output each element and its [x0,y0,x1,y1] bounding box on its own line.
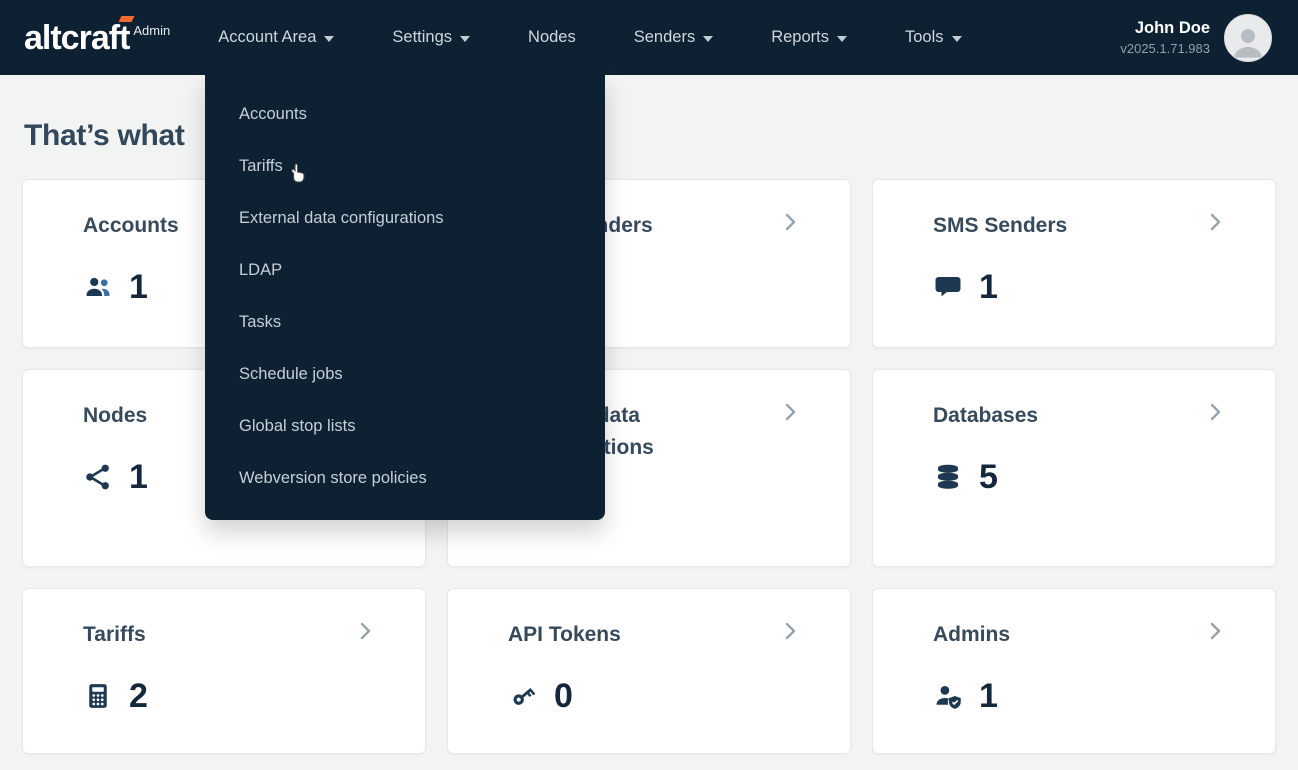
chevron-right-icon[interactable] [778,400,802,424]
card-title: Databases [933,400,1165,432]
chevron-right-icon[interactable] [1203,210,1227,234]
user-area: John Doe v2025.1.71.983 [1120,14,1272,62]
chevron-right-icon[interactable] [353,619,377,643]
card-count-value: 1 [129,458,148,497]
calculator-icon [83,681,113,711]
dropdown-item-accounts[interactable]: Accounts [205,88,605,140]
chevron-right-icon[interactable] [1203,619,1227,643]
card-count-value: 0 [554,677,573,716]
card-count: 5 [933,458,1165,497]
dropdown-item-ldap[interactable]: LDAP [205,244,605,296]
chevron-right-icon[interactable] [778,210,802,234]
card-databases[interactable]: Databases 5 [872,369,1276,567]
nav-item-account-area[interactable]: Account Area [218,28,334,47]
card-count-value: 5 [979,458,998,497]
share-icon [83,462,113,492]
card-admins[interactable]: Admins 1 [872,588,1276,754]
card-count-value: 2 [129,677,148,716]
dropdown-item-external-data-configurations[interactable]: External data configurations [205,192,605,244]
card-count: 1 [933,677,1165,716]
users-icon [83,272,113,302]
chevron-right-icon[interactable] [778,619,802,643]
key-icon [508,681,538,711]
card-api-tokens[interactable]: API Tokens 0 [447,588,851,754]
dropdown-item-tasks[interactable]: Tasks [205,296,605,348]
user-avatar-icon [1228,21,1268,61]
nav-item-reports[interactable]: Reports [771,28,847,47]
card-count: 0 [508,677,740,716]
card-title: SMS Senders [933,210,1165,242]
logo-text: altcraft [24,21,129,55]
altcraft-logo[interactable]: altcraft Admin [24,21,170,55]
nav-item-settings[interactable]: Settings [392,28,470,47]
chat-bubble-icon [933,272,963,302]
card-title: API Tokens [508,619,740,651]
main-nav: Account Area Settings Nodes Senders Repo… [218,28,961,47]
nav-item-tools[interactable]: Tools [905,28,962,47]
card-count: 1 [933,268,1165,307]
user-meta: John Doe v2025.1.71.983 [1120,19,1210,56]
main-content: That’s what Accounts 1 Email Senders SMS… [0,75,1298,754]
app-version: v2025.1.71.983 [1120,41,1210,56]
top-navbar: altcraft Admin Account Area Settings Nod… [0,0,1298,75]
caret-down-icon [952,36,962,42]
caret-down-icon [324,36,334,42]
account-area-dropdown: Accounts Tariffs External data configura… [205,75,605,520]
dropdown-item-webversion-store-policies[interactable]: Webversion store policies [205,452,605,504]
card-sms-senders[interactable]: SMS Senders 1 [872,179,1276,348]
card-title: Admins [933,619,1165,651]
dropdown-item-tariffs[interactable]: Tariffs [205,140,605,192]
nav-item-nodes[interactable]: Nodes [528,28,576,47]
nav-item-senders[interactable]: Senders [634,28,713,47]
dropdown-item-global-stop-lists[interactable]: Global stop lists [205,400,605,452]
avatar[interactable] [1224,14,1272,62]
logo-accent-t: t [119,19,129,57]
card-count: 2 [83,677,315,716]
caret-down-icon [703,36,713,42]
card-tariffs[interactable]: Tariffs 2 [22,588,426,754]
card-count-value: 1 [979,268,998,307]
chevron-right-icon[interactable] [1203,400,1227,424]
card-count-value: 1 [979,677,998,716]
card-count-value: 1 [129,268,148,307]
caret-down-icon [837,36,847,42]
dropdown-item-schedule-jobs[interactable]: Schedule jobs [205,348,605,400]
user-name: John Doe [1120,19,1210,38]
admin-user-icon [933,681,963,711]
card-title: Tariffs [83,619,315,651]
logo-admin-badge: Admin [133,23,170,38]
caret-down-icon [460,36,470,42]
database-icon [933,462,963,492]
